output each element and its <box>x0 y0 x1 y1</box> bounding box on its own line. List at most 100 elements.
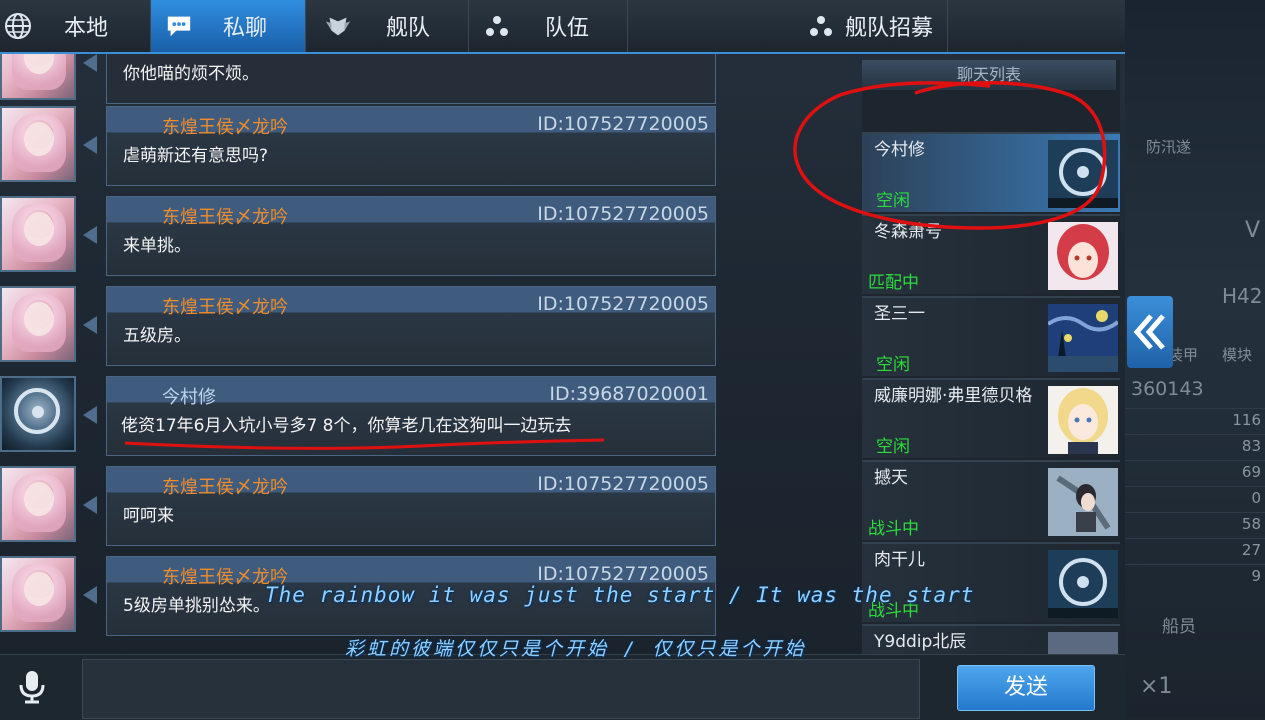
message-bubble: 东煌王侯〆龙吟 ID:107527720005 虐萌新还有意思吗? <box>106 106 716 186</box>
subtitle-chinese: 彩虹的彼端仅仅只是个开始 / 仅仅只是个开始 <box>345 638 807 660</box>
sender-id: ID:107527720005 <box>537 293 709 315</box>
contact-name: 肉干儿 <box>874 550 925 570</box>
avatar <box>1048 632 1118 654</box>
bubble-pointer <box>83 316 97 334</box>
chat-bubble-icon <box>165 12 193 40</box>
anime-girl-avatar[interactable] <box>0 556 76 632</box>
send-button[interactable]: 发送 <box>957 665 1095 711</box>
contact-status: 空闲 <box>876 437 910 457</box>
stat-row: 58 <box>1125 512 1265 537</box>
message-text: 虐萌新还有意思吗? <box>123 146 269 166</box>
team-dots-icon <box>483 12 511 40</box>
fleet-emblem-icon <box>324 12 352 40</box>
warrior-girl-avatar <box>1048 468 1118 536</box>
chat-list-item[interactable]: 威廉明娜·弗里德贝格 空闲 <box>862 378 1120 458</box>
panel-label-1: 防汛遂 <box>1146 138 1192 156</box>
stat-row: 83 <box>1125 434 1265 459</box>
sender-name[interactable]: 东煌王侯〆龙吟 <box>162 293 288 319</box>
contact-status: 战斗中 <box>868 519 919 539</box>
message-text: 佬资17年6月入坑小号多7 8个，你算老几在这狗叫一边玩去 <box>121 416 572 436</box>
message-text: 你他喵的烦不烦。 <box>123 64 259 84</box>
chat-list-item[interactable]: 冬森萧号 匹配中 <box>862 214 1120 294</box>
subtitle-english: The rainbow it was just the start / It w… <box>265 583 975 607</box>
message-text: 来单挑。 <box>123 236 191 256</box>
message-input[interactable] <box>82 659 920 719</box>
bubble-pointer <box>83 496 97 514</box>
recruit-dots-icon <box>807 12 835 40</box>
bubble-pointer <box>83 226 97 244</box>
contact-name: 今村修 <box>874 140 925 160</box>
stat-row: 0 <box>1125 486 1265 511</box>
blonde-girl-avatar <box>1048 386 1118 454</box>
sender-name[interactable]: 东煌王侯〆龙吟 <box>162 113 288 139</box>
message-bubble: 东煌王侯〆龙吟 ID:107527720005 呵呵来 <box>106 466 716 546</box>
bubble-pointer <box>83 586 97 604</box>
globe-icon <box>4 12 32 40</box>
message-bubble: 东煌王侯〆龙吟 ID:107527720005 来单挑。 <box>106 196 716 276</box>
tab-fleet-recruit[interactable]: 舰队招募 <box>628 0 948 52</box>
bubble-pointer <box>83 54 97 72</box>
contact-name: 威廉明娜·弗里德贝格 <box>874 386 1033 406</box>
tab-label: 舰队招募 <box>844 16 933 41</box>
chat-message: 东煌王侯〆龙吟 ID:107527720005 虐萌新还有意思吗? <box>0 106 720 188</box>
tab-local[interactable]: 本地 <box>0 0 151 52</box>
anime-girl-avatar[interactable] <box>0 286 76 362</box>
crew-button[interactable]: 船员 <box>1162 612 1196 637</box>
message-text: 五级房。 <box>123 326 191 346</box>
panel-label-3: H42 <box>1222 284 1263 308</box>
ship-wheel-avatar <box>1048 550 1118 618</box>
message-bubble: 东煌王侯〆龙吟 ID:107527720005 五级房。 <box>106 286 716 366</box>
tab-private-chat[interactable]: 私聊 <box>151 0 306 52</box>
chat-message: 你他喵的烦不烦。 <box>0 54 720 106</box>
stat-row: 9 <box>1125 564 1265 589</box>
tab-label: 队伍 <box>545 16 590 41</box>
chat-message: 东煌王侯〆龙吟 ID:107527720005 呵呵来 <box>0 466 720 548</box>
anime-girl-avatar[interactable] <box>0 54 76 100</box>
voice-button[interactable] <box>14 669 50 705</box>
sender-id: ID:107527720005 <box>537 563 709 585</box>
tab-fleet[interactable]: 舰队 <box>306 0 469 52</box>
chat-list-item[interactable]: Y9ddip北辰 <box>862 624 1120 654</box>
tab-label: 私聊 <box>223 16 268 41</box>
stat-row: 69 <box>1125 460 1265 485</box>
chat-message: 今村修 ID:39687020001 佬资17年6月入坑小号多7 8个，你算老几… <box>0 376 720 458</box>
contact-name: 撼天 <box>874 468 908 488</box>
bubble-pointer <box>83 136 97 154</box>
collapse-panel-button[interactable] <box>1127 296 1173 368</box>
chat-message-list[interactable]: 你他喵的烦不烦。 东煌王侯〆龙吟 ID:107527720005 虐萌新还有意思… <box>0 54 720 654</box>
chat-tab-bar: 本地 私聊 舰队 队伍 舰队招募 <box>0 0 1125 54</box>
chat-list-title: 聊天列表 <box>862 60 1116 90</box>
message-text: 5级房单挑别怂来。 <box>123 596 270 616</box>
red-hair-girl-avatar <box>1048 222 1118 290</box>
message-bubble: 你他喵的烦不烦。 <box>106 54 716 104</box>
chat-list-panel[interactable]: 聊天列表 今村修 空闲 冬森萧号 匹配中 圣三一 空闲 威廉明娜·弗里德贝格 空… <box>862 60 1120 654</box>
message-bubble: 今村修 ID:39687020001 佬资17年6月入坑小号多7 8个，你算老几… <box>106 376 716 456</box>
tab-team[interactable]: 队伍 <box>469 0 628 52</box>
contact-name: 圣三一 <box>874 304 925 324</box>
contact-name: Y9ddip北辰 <box>874 632 967 652</box>
chat-list-item[interactable]: 肉干儿 战斗中 <box>862 542 1120 622</box>
sender-id: ID:39687020001 <box>549 383 709 405</box>
stat-row: 116 <box>1125 408 1265 433</box>
sender-name[interactable]: 东煌王侯〆龙吟 <box>162 203 288 229</box>
contact-name: 冬森萧号 <box>874 222 942 242</box>
anime-girl-avatar[interactable] <box>0 466 76 542</box>
chat-list-item[interactable]: 撼天 战斗中 <box>862 460 1120 540</box>
starry-night-avatar <box>1048 304 1118 372</box>
double-chevron-left-icon <box>1133 314 1165 350</box>
chat-list-item[interactable]: 圣三一 空闲 <box>862 296 1120 376</box>
anime-girl-avatar[interactable] <box>0 106 76 182</box>
panel-label-6: 360143 <box>1131 378 1204 400</box>
panel-label-2: V <box>1245 218 1261 243</box>
panel-label-5: 模块 <box>1222 346 1253 364</box>
ship-wheel-avatar[interactable] <box>0 376 76 452</box>
sender-name[interactable]: 今村修 <box>162 383 216 409</box>
chat-input-bar: 发送 <box>0 654 1125 720</box>
multiplier-label: ×1 <box>1140 674 1173 699</box>
chat-list-item[interactable]: 今村修 空闲 <box>862 132 1120 212</box>
sender-id: ID:107527720005 <box>537 473 709 495</box>
sender-name[interactable]: 东煌王侯〆龙吟 <box>162 473 288 499</box>
contact-status: 匹配中 <box>868 273 919 293</box>
contact-status: 空闲 <box>876 355 910 375</box>
anime-girl-avatar[interactable] <box>0 196 76 272</box>
